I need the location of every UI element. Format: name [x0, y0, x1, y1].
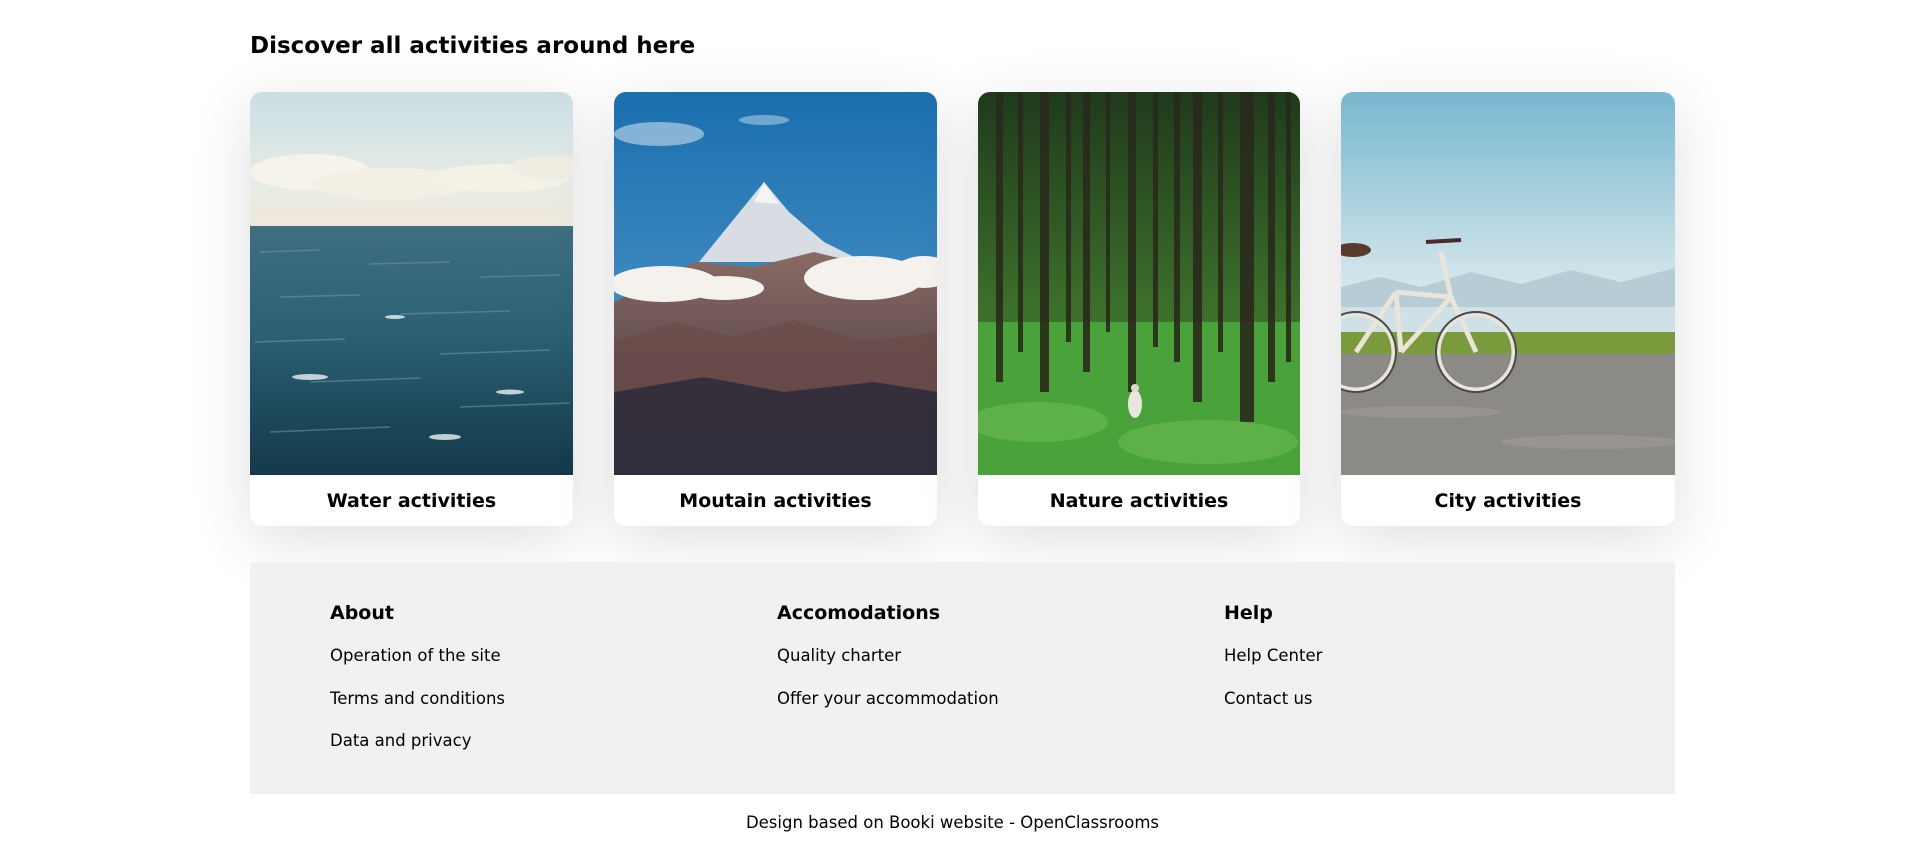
section-title: Discover all activities around here: [250, 33, 696, 59]
footer-link-quality-charter[interactable]: Quality charter: [777, 646, 999, 689]
design-credit: Design based on Booki website - OpenClas…: [745, 813, 1160, 832]
footer-link-privacy[interactable]: Data and privacy: [330, 731, 505, 774]
footer-column-title: Help: [1224, 602, 1273, 624]
footer-column-help: Help Help Center Contact us: [1224, 602, 1322, 731]
mountain-activities-image: [614, 92, 937, 475]
card-label: Nature activities: [1049, 489, 1229, 512]
card-label: Moutain activities: [679, 489, 872, 512]
nature-activities-image: [978, 92, 1300, 475]
footer-link-contact[interactable]: Contact us: [1224, 689, 1322, 732]
card-water-activities[interactable]: Water activities: [250, 92, 573, 526]
footer-link-help-center[interactable]: Help Center: [1224, 646, 1322, 689]
card-city-activities[interactable]: City activities: [1341, 92, 1675, 526]
footer-link-offer-accommodation[interactable]: Offer your accommodation: [777, 689, 999, 732]
footer: About Operation of the site Terms and co…: [250, 562, 1675, 794]
footer-link-operation[interactable]: Operation of the site: [330, 646, 505, 689]
card-label: City activities: [1434, 489, 1582, 512]
activity-cards: Water activities Moutain activities Natu…: [250, 92, 1675, 526]
footer-column-title: Accomodations: [777, 602, 941, 624]
footer-column-about: About Operation of the site Terms and co…: [330, 602, 505, 774]
water-activities-image: [250, 92, 573, 475]
city-activities-image: [1341, 92, 1675, 475]
footer-column-title: About: [330, 602, 394, 624]
footer-column-accomodations: Accomodations Quality charter Offer your…: [777, 602, 999, 731]
footer-link-terms[interactable]: Terms and conditions: [330, 689, 505, 732]
card-label: Water activities: [326, 489, 497, 512]
card-mountain-activities[interactable]: Moutain activities: [614, 92, 937, 526]
card-nature-activities[interactable]: Nature activities: [978, 92, 1300, 526]
